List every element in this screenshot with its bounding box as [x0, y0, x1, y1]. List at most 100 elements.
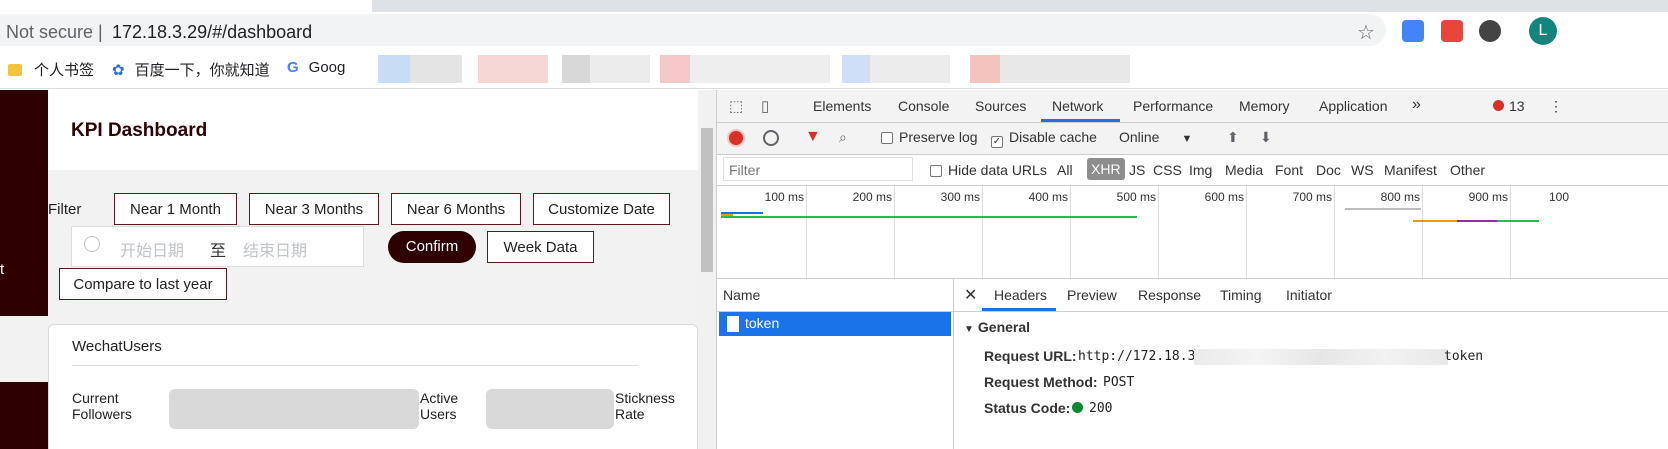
active-detail-tab-indicator	[982, 308, 1056, 311]
preserve-log-label: Preserve log	[899, 129, 978, 145]
tab-headers[interactable]: Headers	[994, 287, 1047, 303]
cube-extension-icon[interactable]	[1441, 20, 1463, 42]
header-card: KPI Dashboard	[48, 90, 698, 170]
request-method-value: POST	[1103, 375, 1135, 390]
request-row-token[interactable]: token	[719, 312, 951, 336]
filter-type-manifest[interactable]: Manifest	[1384, 162, 1437, 178]
timeline-label: 400 ms	[1028, 190, 1068, 204]
customize-date-button[interactable]: Customize Date	[533, 193, 670, 225]
record-icon[interactable]	[729, 131, 743, 145]
request-list: Name token	[717, 279, 954, 449]
detail-tab-bar: ✕ Headers Preview Response Timing Initia…	[954, 279, 1668, 312]
end-date-input[interactable]: 结束日期	[243, 237, 307, 261]
timeline-gridline	[1334, 186, 1335, 278]
security-indicator[interactable]: Not secure |	[6, 22, 103, 43]
tab-sources[interactable]: Sources	[975, 98, 1026, 114]
network-filter-input[interactable]: Filter	[723, 157, 913, 181]
near-3-months-button[interactable]: Near 3 Months	[249, 193, 379, 225]
search-icon[interactable]: ⌕	[839, 129, 847, 146]
timeline-gridline	[1158, 186, 1159, 278]
translate-extension-icon[interactable]	[1402, 20, 1424, 42]
tab-memory[interactable]: Memory	[1239, 98, 1290, 114]
tab-timing[interactable]: Timing	[1220, 287, 1262, 303]
import-har-icon[interactable]: ⬆	[1227, 129, 1239, 146]
filter-type-css[interactable]: CSS	[1153, 162, 1182, 178]
tab-elements[interactable]: Elements	[813, 98, 871, 114]
timeline-label: 200 ms	[852, 190, 892, 204]
near-6-months-button[interactable]: Near 6 Months	[391, 193, 521, 225]
filter-funnel-icon[interactable]: ▼	[805, 128, 821, 146]
general-section-header[interactable]: ▼ General	[964, 319, 1030, 335]
browser-tabstrip	[0, 0, 1668, 12]
tab-initiator[interactable]: Initiator	[1286, 287, 1332, 303]
scrollbar-thumb[interactable]	[701, 128, 713, 272]
active-tab-indicator	[1041, 119, 1120, 122]
bookmark-folder-personal[interactable]: 个人书签	[8, 59, 94, 80]
compare-last-year-button[interactable]: Compare to last year	[59, 268, 227, 300]
timeline-gridline	[894, 186, 895, 278]
confirm-button[interactable]: Confirm	[388, 231, 476, 263]
network-timeline-overview[interactable]: 100 ms 200 ms 300 ms 400 ms 500 ms 600 m…	[717, 186, 1668, 279]
tab-performance[interactable]: Performance	[1133, 98, 1213, 114]
general-label: General	[977, 319, 1031, 335]
checkbox-box	[881, 132, 893, 144]
omnibox[interactable]: Not secure | 172.18.3.29/#/dashboard ☆	[0, 14, 1386, 46]
tab-response[interactable]: Response	[1138, 287, 1201, 303]
name-column-header[interactable]: Name	[717, 279, 953, 312]
preserve-log-checkbox[interactable]: Preserve log	[881, 129, 978, 145]
request-url-suffix: token	[1444, 349, 1484, 364]
checkbox-checked: ✓	[991, 136, 1003, 148]
tab-network[interactable]: Network	[1052, 98, 1103, 114]
checkbox-box	[930, 165, 942, 177]
close-icon[interactable]: ✕	[964, 285, 977, 305]
throttle-value: Online	[1119, 129, 1160, 145]
active-browser-tab[interactable]	[0, 0, 372, 12]
sidebar-text[interactable]: t	[0, 261, 4, 278]
throttle-select[interactable]: Online ▼	[1119, 129, 1192, 145]
near-1-month-button[interactable]: Near 1 Month	[114, 193, 237, 225]
bookmark-baidu[interactable]: ✿ 百度一下，你就知道	[112, 59, 270, 80]
clock-icon	[84, 236, 100, 252]
hide-data-urls-checkbox[interactable]: Hide data URLs	[930, 162, 1047, 178]
timeline-gridline	[1070, 186, 1071, 278]
filter-type-all[interactable]: All	[1057, 162, 1073, 178]
stickness-rate-label: Stickness Rate	[615, 390, 675, 422]
devtools-menu-icon[interactable]: ⋮	[1549, 98, 1563, 115]
start-date-input[interactable]: 开始日期	[120, 237, 184, 261]
request-url-key: Request URL:	[984, 348, 1077, 364]
url-text[interactable]: 172.18.3.29/#/dashboard	[112, 22, 312, 43]
clear-icon[interactable]	[763, 130, 779, 146]
filter-type-img[interactable]: Img	[1189, 162, 1212, 178]
week-data-button[interactable]: Week Data	[487, 231, 594, 263]
card-title: WechatUsers	[72, 338, 162, 355]
filter-type-font[interactable]: Font	[1275, 162, 1303, 178]
error-counter[interactable]: 13	[1493, 98, 1525, 114]
export-har-icon[interactable]: ⬇	[1260, 129, 1272, 146]
balls-extension-icon[interactable]	[1479, 20, 1501, 42]
filter-type-js[interactable]: JS	[1129, 162, 1145, 178]
profile-avatar[interactable]: L	[1529, 17, 1557, 45]
timeline-bar	[1345, 208, 1421, 210]
page-scrollbar[interactable]	[698, 90, 716, 449]
filter-type-xhr[interactable]: XHR	[1087, 158, 1125, 180]
bookmark-google[interactable]: G Goog	[287, 59, 345, 76]
inspect-element-icon[interactable]: ⬚	[729, 97, 743, 115]
wechat-users-card: WechatUsers Current Followers Active Use…	[48, 324, 698, 449]
tab-preview[interactable]: Preview	[1067, 287, 1117, 303]
disable-cache-checkbox[interactable]: ✓ Disable cache	[991, 129, 1097, 148]
page-title: KPI Dashboard	[71, 120, 208, 141]
filter-type-other[interactable]: Other	[1450, 162, 1485, 178]
timeline-bar	[721, 216, 1137, 218]
star-icon[interactable]: ☆	[1357, 20, 1375, 45]
tab-console[interactable]: Console	[898, 98, 949, 114]
tab-application[interactable]: Application	[1319, 98, 1388, 114]
device-toolbar-icon[interactable]: ▯	[761, 97, 769, 115]
date-range-picker[interactable]: 开始日期 至 结束日期	[71, 226, 364, 267]
timeline-label: 100 ms	[764, 190, 804, 204]
filter-type-ws[interactable]: WS	[1351, 162, 1374, 178]
filter-type-media[interactable]: Media	[1225, 162, 1263, 178]
timeline-gridline	[1422, 186, 1423, 278]
filter-label: Filter	[48, 201, 82, 218]
more-tabs-icon[interactable]: »	[1412, 96, 1421, 114]
filter-type-doc[interactable]: Doc	[1316, 162, 1341, 178]
